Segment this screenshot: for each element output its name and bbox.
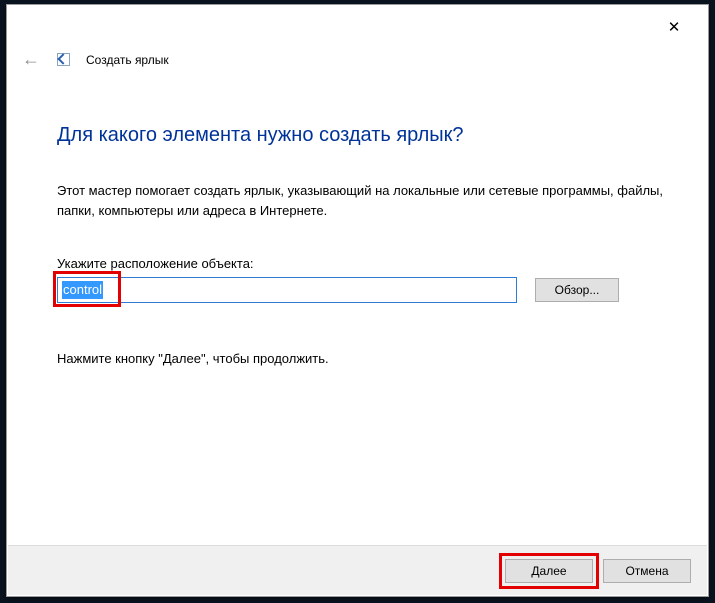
page-title: Создать ярлык: [86, 53, 169, 67]
location-input-wrap: control: [57, 277, 517, 303]
location-label: Укажите расположение объекта:: [57, 256, 664, 271]
header-row: ← Создать ярлык: [7, 49, 708, 80]
location-row: control Обзор...: [57, 277, 664, 303]
shortcut-icon: [57, 53, 70, 66]
browse-button[interactable]: Обзор...: [535, 278, 619, 302]
location-input[interactable]: [57, 277, 517, 303]
wizard-body: Для какого элемента нужно создать ярлык?…: [7, 80, 708, 366]
next-button[interactable]: Далее: [505, 559, 593, 583]
wizard-description: Этот мастер помогает создать ярлык, указ…: [57, 181, 664, 220]
continue-hint: Нажмите кнопку "Далее", чтобы продолжить…: [57, 351, 664, 366]
back-arrow-icon[interactable]: ←: [21, 49, 41, 70]
next-button-wrap: Далее: [505, 559, 593, 583]
wizard-heading: Для какого элемента нужно создать ярлык?: [57, 124, 664, 147]
close-icon[interactable]: ✕: [654, 13, 694, 41]
dialog-footer: Далее Отмена: [8, 545, 707, 595]
create-shortcut-dialog: ✕ ← Создать ярлык Для какого элемента ну…: [6, 4, 709, 597]
titlebar: ✕: [7, 5, 708, 49]
cancel-button[interactable]: Отмена: [603, 559, 691, 583]
